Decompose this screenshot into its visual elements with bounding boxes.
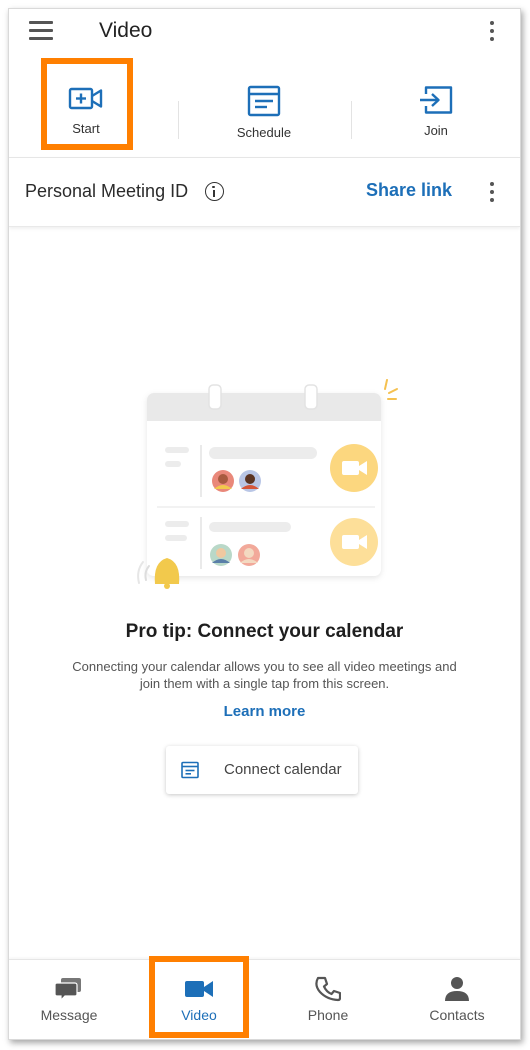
nav-item-video[interactable]: Video: [139, 960, 259, 1039]
nav-item-phone[interactable]: Phone: [268, 960, 388, 1039]
schedule-label: Schedule: [236, 125, 292, 140]
join-label: Join: [424, 123, 448, 138]
nav-item-contacts[interactable]: Contacts: [397, 960, 517, 1039]
app-window: Video Start Schedule Join Personal Meeti…: [8, 8, 521, 1040]
phone-icon: [315, 976, 341, 1002]
schedule-meeting-button[interactable]: Schedule: [209, 69, 319, 157]
learn-more-link[interactable]: Learn more: [224, 703, 306, 720]
message-icon: [55, 978, 81, 1002]
more-options-icon[interactable]: [482, 18, 502, 44]
contacts-icon: [445, 977, 469, 1001]
divider: [178, 101, 179, 139]
nav-label-contacts: Contacts: [429, 1007, 485, 1023]
video-camera-icon: [185, 981, 213, 997]
share-link-button[interactable]: Share link: [366, 180, 452, 201]
divider: [351, 101, 352, 139]
more-options-icon[interactable]: [482, 179, 502, 205]
sparkle-icon: [384, 379, 398, 400]
personal-meeting-id-label: Personal Meeting ID: [25, 181, 189, 201]
start-meeting-button[interactable]: Start: [31, 69, 141, 157]
nav-label-message: Message: [40, 1007, 98, 1023]
calendar-icon: [181, 761, 199, 779]
video-camera-plus-icon: [68, 87, 103, 110]
info-icon[interactable]: [205, 182, 224, 201]
page-title: Video: [99, 19, 153, 42]
video-actions-row: Start Schedule Join: [9, 69, 520, 157]
join-meeting-button[interactable]: Join: [381, 69, 491, 157]
schedule-calendar-icon: [247, 85, 281, 117]
calendar-illustration: [137, 379, 398, 589]
pro-tip-title: Pro tip: Connect your calendar: [125, 621, 404, 642]
nav-item-message[interactable]: Message: [9, 960, 129, 1039]
connect-calendar-label: Connect calendar: [224, 761, 342, 778]
pro-tip-description: Connecting your calendar allows you to s…: [72, 659, 457, 691]
nav-label-video: Video: [181, 1007, 217, 1023]
hamburger-menu-icon[interactable]: [27, 19, 55, 41]
personal-meeting-id-bar: Personal Meeting ID Share link: [9, 157, 520, 227]
connect-calendar-button[interactable]: Connect calendar: [166, 746, 358, 794]
start-label: Start: [72, 121, 100, 136]
nav-label-phone: Phone: [307, 1007, 349, 1023]
learn-more-container: Learn more: [9, 703, 520, 720]
join-arrow-icon: [420, 86, 453, 114]
top-app-bar: Video: [9, 9, 520, 55]
bottom-navigation: Message Video Phone Contacts: [9, 959, 520, 1039]
